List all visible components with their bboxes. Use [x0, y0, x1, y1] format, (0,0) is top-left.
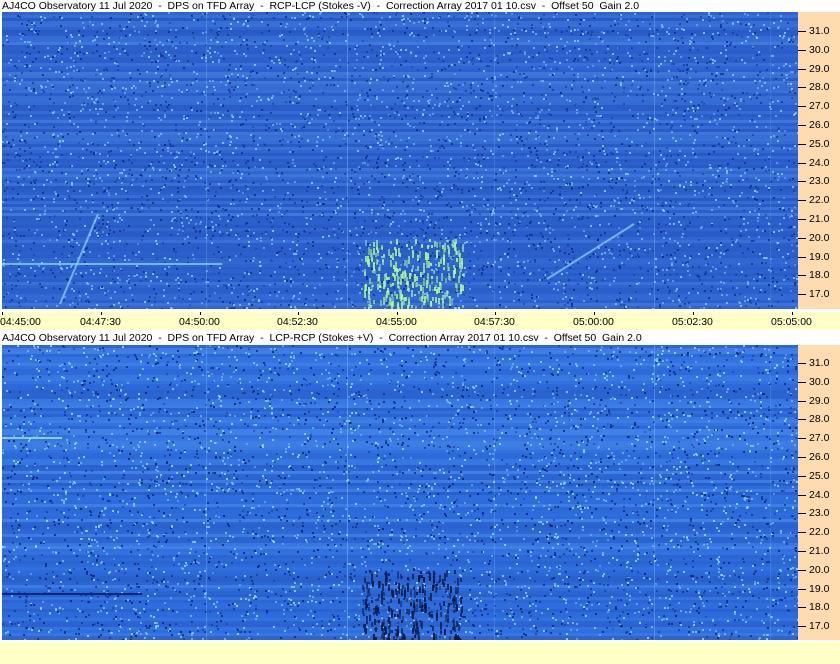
frequency-tick: [798, 419, 806, 421]
frequency-tick: [798, 200, 806, 202]
top-frequency-axis: 31.0 30.0 29.0 28.0 27.0 26.0 25.0 24.0 23.0 22.0…: [798, 12, 840, 309]
frequency-label: 29.0: [809, 62, 830, 75]
frequency-label: 18.0: [809, 601, 830, 614]
frequency-label: 19.0: [809, 582, 830, 595]
frequency-tick: [798, 162, 806, 164]
frequency-tick: [798, 219, 806, 220]
bottom-panel-title: AJ4CO Observatory 11 Jul 2020 - DPS on T…: [2, 332, 642, 344]
frequency-label: 30.0: [809, 375, 830, 388]
frequency-label: 20.0: [809, 231, 830, 244]
frequency-tick: [798, 457, 806, 458]
frequency-label: 17.0: [809, 288, 830, 301]
time-label: 04:45:00: [0, 316, 41, 328]
frequency-tick: [798, 275, 806, 277]
time-tick: [495, 312, 496, 315]
frequency-label: 27.0: [809, 432, 830, 445]
frequency-label: 26.0: [809, 451, 830, 463]
bottom-time-strip: [0, 642, 840, 664]
time-tick: [693, 312, 694, 315]
frequency-label: 19.0: [809, 250, 830, 263]
frequency-label: 17.0: [809, 620, 830, 633]
frequency-tick: [798, 475, 806, 477]
frequency-tick: [798, 569, 806, 571]
frequency-tick: [798, 31, 806, 32]
frequency-tick: [798, 400, 806, 402]
time-label: 05:00:00: [573, 316, 614, 328]
time-label: 04:55:00: [376, 316, 417, 328]
frequency-label: 24.0: [809, 156, 830, 169]
frequency-label: 31.0: [809, 25, 830, 37]
frequency-label: 26.0: [809, 119, 830, 131]
frequency-tick: [798, 494, 806, 496]
frequency-tick: [798, 256, 806, 258]
time-tick: [200, 312, 201, 315]
frequency-label: 25.0: [809, 469, 830, 482]
frequency-label: 24.0: [809, 488, 830, 501]
frequency-label: 28.0: [809, 81, 830, 94]
frequency-label: 30.0: [809, 43, 830, 56]
frequency-label: 22.0: [809, 194, 830, 207]
frequency-label: 29.0: [809, 394, 830, 407]
time-label: 05:05:00: [771, 316, 812, 328]
frequency-tick: [798, 532, 806, 534]
frequency-label: 20.0: [809, 563, 830, 576]
frequency-tick: [798, 125, 806, 126]
frequency-tick: [798, 106, 806, 108]
time-tick: [792, 312, 793, 315]
frequency-tick: [798, 68, 806, 70]
bottom-frequency-axis: 31.0 30.0 29.0 28.0 27.0 26.0 25.0 24.0 23.0 22.0…: [798, 345, 840, 640]
frequency-label: 23.0: [809, 507, 830, 520]
frequency-label: 22.0: [809, 526, 830, 539]
frequency-tick: [798, 181, 806, 183]
frequency-tick: [798, 588, 806, 590]
top-spectrogram: [2, 12, 798, 309]
frequency-label: 23.0: [809, 175, 830, 188]
frequency-tick: [798, 87, 806, 89]
time-label: 04:57:30: [474, 316, 515, 328]
frequency-tick: [798, 438, 806, 440]
time-label: 05:02:30: [672, 316, 713, 328]
frequency-tick: [798, 49, 806, 51]
frequency-label: 18.0: [809, 269, 830, 282]
frequency-label: 21.0: [809, 213, 830, 225]
frequency-tick: [798, 381, 806, 383]
frequency-tick: [798, 363, 806, 364]
time-label: 04:50:00: [179, 316, 220, 328]
time-tick: [101, 312, 102, 315]
frequency-label: 31.0: [809, 357, 830, 369]
time-tick: [2, 312, 3, 315]
frequency-tick: [798, 143, 806, 145]
frequency-tick: [798, 626, 806, 628]
time-label: 04:52:30: [277, 316, 318, 328]
bottom-spectrogram: [2, 345, 798, 640]
frequency-tick: [798, 551, 806, 552]
frequency-tick: [798, 607, 806, 609]
frequency-tick: [798, 513, 806, 515]
time-tick: [397, 312, 398, 315]
time-tick: [298, 312, 299, 315]
frequency-label: 28.0: [809, 413, 830, 426]
top-panel-title: AJ4CO Observatory 11 Jul 2020 - DPS on T…: [2, 0, 640, 12]
frequency-label: 25.0: [809, 137, 830, 150]
frequency-tick: [798, 294, 806, 296]
frequency-label: 27.0: [809, 100, 830, 113]
frequency-tick: [798, 237, 806, 239]
time-label: 04:47:30: [80, 316, 121, 328]
frequency-label: 21.0: [809, 545, 830, 557]
time-tick: [594, 312, 595, 315]
time-axis: 04:45:00 04:47:30 04:50:00 04:52:30 04:55:00…: [0, 312, 840, 330]
